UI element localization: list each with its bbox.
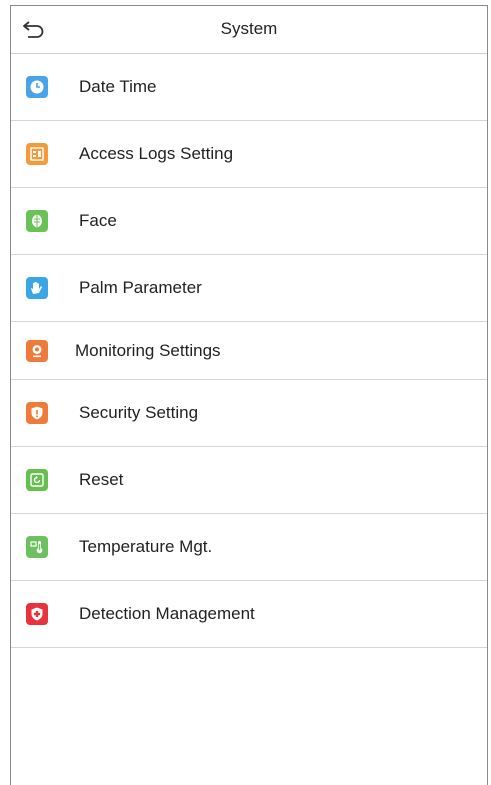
header-bar: System: [11, 6, 487, 54]
palm-icon: [26, 277, 48, 299]
menu-item-security-setting[interactable]: Security Setting: [11, 380, 487, 447]
access-logs-icon: [26, 143, 48, 165]
detection-shield-icon: [26, 603, 48, 625]
menu-item-label: Reset: [79, 470, 124, 489]
menu-item-date-time[interactable]: Date Time: [11, 54, 487, 121]
menu-item-label: Security Setting: [79, 403, 199, 422]
reset-icon: [26, 469, 48, 491]
menu-item-label: Detection Management: [79, 604, 255, 623]
clock-icon: [26, 76, 48, 98]
system-menu-list: Date Time Access Logs Setting Face Palm …: [11, 54, 487, 648]
menu-item-label: Access Logs Setting: [79, 144, 234, 163]
menu-item-monitoring-settings[interactable]: Monitoring Settings: [11, 322, 487, 380]
thermometer-icon: [26, 536, 48, 558]
shield-icon: [26, 402, 48, 424]
menu-item-access-logs-setting[interactable]: Access Logs Setting: [11, 121, 487, 188]
menu-item-face[interactable]: Face: [11, 188, 487, 255]
menu-item-label: Palm Parameter: [79, 278, 202, 297]
system-screen: System Date Time Access Logs Setting Fac…: [10, 5, 488, 785]
menu-item-label: Face: [79, 211, 117, 230]
menu-item-label: Temperature Mgt.: [79, 537, 213, 556]
menu-item-reset[interactable]: Reset: [11, 447, 487, 514]
page-title: System: [220, 19, 278, 38]
face-icon: [26, 210, 48, 232]
menu-item-palm-parameter[interactable]: Palm Parameter: [11, 255, 487, 322]
menu-item-detection-management[interactable]: Detection Management: [11, 581, 487, 648]
menu-item-temperature-mgt[interactable]: Temperature Mgt.: [11, 514, 487, 581]
menu-item-label: Monitoring Settings: [75, 340, 221, 360]
camera-icon: [26, 339, 48, 362]
menu-item-label: Date Time: [79, 77, 157, 96]
